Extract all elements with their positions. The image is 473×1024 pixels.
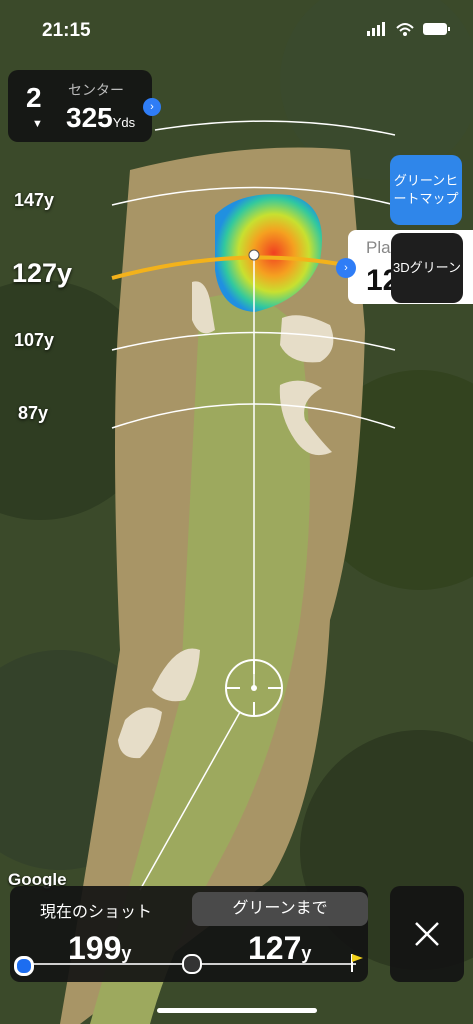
distance-marker-87: 87y <box>18 403 49 423</box>
distance-marker-127: 127y <box>12 258 73 288</box>
current-shot-distance: 199y <box>68 930 132 966</box>
hole-info-card[interactable]: 2 ▼ センター 325Yds <box>8 70 152 142</box>
hole-target-label: センター <box>68 82 124 98</box>
hole-distance: 325Yds <box>66 102 136 133</box>
status-icons <box>367 22 451 36</box>
close-button[interactable] <box>390 886 464 982</box>
close-icon <box>415 922 439 946</box>
distance-panel: 現在のショット グリーンまで 199y 127y <box>10 886 368 982</box>
plays-like-expand-icon[interactable]: › <box>336 258 356 278</box>
wifi-icon <box>396 23 414 36</box>
green-heatmap-button[interactable]: グリーンヒートマップ <box>390 155 462 225</box>
hole-next-icon[interactable]: › <box>143 98 161 116</box>
hole-dropdown-icon[interactable]: ▼ <box>32 118 43 130</box>
distance-marker-147: 147y <box>14 190 55 210</box>
satellite-map[interactable] <box>0 0 473 1024</box>
status-time: 21:15 <box>42 20 91 41</box>
to-green-distance: 127y <box>248 930 312 966</box>
battery-icon <box>423 23 450 35</box>
pin-marker <box>248 249 260 261</box>
tab-to-green[interactable]: グリーンまで <box>192 892 368 926</box>
hole-number: 2 <box>26 82 42 113</box>
target-reticle <box>225 659 283 717</box>
home-indicator <box>157 1008 317 1013</box>
green-3d-button[interactable]: 3Dグリーン <box>391 233 463 303</box>
tab-current-shot[interactable]: 現在のショット <box>40 898 152 922</box>
distance-marker-107: 107y <box>14 330 55 350</box>
target-position-icon[interactable] <box>182 954 202 974</box>
status-bar: 21:15 <box>0 0 473 60</box>
flag-icon <box>351 954 363 972</box>
signal-icon <box>367 22 385 36</box>
player-position-icon <box>14 956 34 976</box>
plays-like-label: Pla <box>366 238 391 257</box>
